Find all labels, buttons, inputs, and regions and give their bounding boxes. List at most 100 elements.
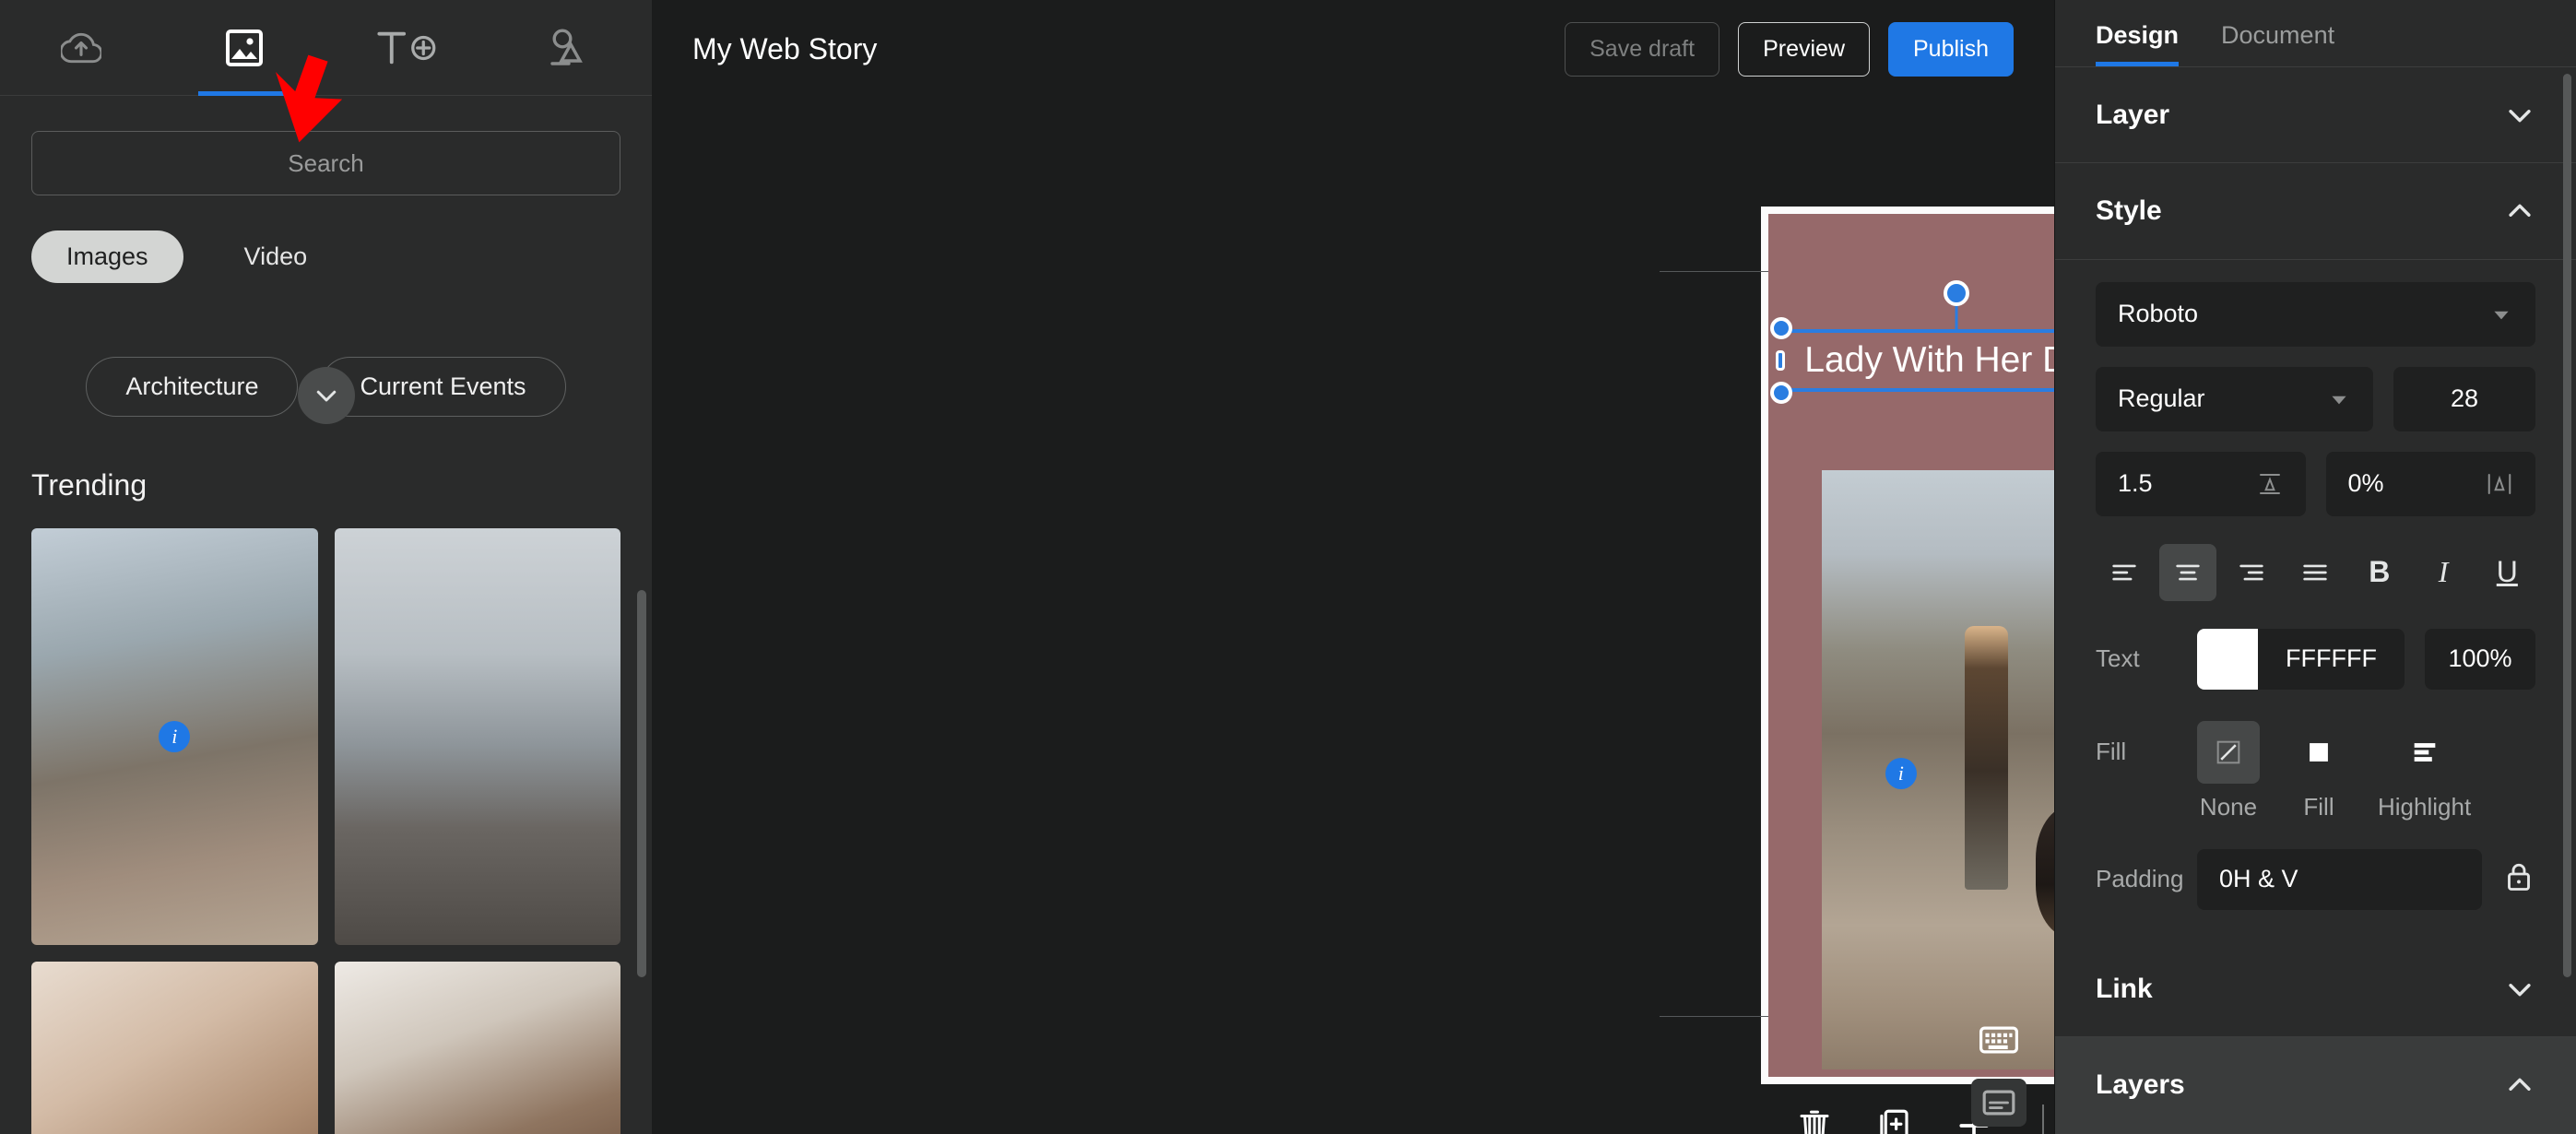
resize-handle-bottom-left[interactable] bbox=[1770, 382, 1792, 404]
fill-option-none[interactable]: None bbox=[2197, 720, 2260, 821]
align-right-button[interactable] bbox=[2224, 544, 2280, 601]
library-tab-text[interactable] bbox=[326, 0, 490, 96]
section-style[interactable]: Style bbox=[2055, 163, 2576, 260]
align-right-icon bbox=[2239, 564, 2263, 581]
chevron-down-icon[interactable] bbox=[2504, 100, 2535, 131]
trash-icon bbox=[1800, 1110, 1829, 1134]
library-tab-upload[interactable] bbox=[0, 0, 163, 96]
text-color-label: Text bbox=[2096, 644, 2140, 673]
rotate-handle[interactable] bbox=[1944, 280, 1969, 306]
fill-highlight-label: Highlight bbox=[2378, 792, 2472, 821]
media-type-images[interactable]: Images bbox=[31, 230, 183, 283]
font-weight-size-row: Regular 28 bbox=[2096, 366, 2535, 431]
fill-row: Fill None Fill Highlight bbox=[2096, 720, 2535, 821]
line-height-input[interactable]: 1.5 bbox=[2096, 451, 2306, 516]
chevron-down-icon[interactable] bbox=[2504, 974, 2535, 1005]
design-panel: Design Document Layer Style Roboto Regul… bbox=[2054, 0, 2576, 1134]
align-left-button[interactable] bbox=[2096, 544, 2152, 601]
section-layer[interactable]: Layer bbox=[2055, 67, 2576, 164]
save-draft-button[interactable]: Save draft bbox=[1565, 21, 1720, 77]
category-chips-area: Architecture Current Events bbox=[0, 320, 652, 424]
text-color-row: Text FFFFFF 100% bbox=[2096, 628, 2535, 690]
media-type-video[interactable]: Video bbox=[209, 230, 343, 283]
chevron-up-icon[interactable] bbox=[2504, 1069, 2535, 1101]
section-style-title: Style bbox=[2096, 195, 2162, 227]
tab-document[interactable]: Document bbox=[2221, 21, 2334, 66]
fill-highlight-icon-box bbox=[2393, 721, 2456, 784]
delete-page-button[interactable] bbox=[1795, 1106, 1834, 1134]
align-center-button[interactable] bbox=[2159, 543, 2216, 601]
highlight-fill-icon bbox=[2414, 743, 2435, 762]
preview-button[interactable]: Preview bbox=[1738, 21, 1870, 77]
cloud-upload-icon bbox=[61, 32, 102, 63]
underline-button[interactable]: U bbox=[2479, 544, 2535, 601]
chevron-down-icon bbox=[2332, 396, 2346, 405]
align-center-icon bbox=[2176, 564, 2200, 581]
fill-label: Fill bbox=[2096, 737, 2127, 765]
italic-button[interactable]: I bbox=[2415, 544, 2471, 601]
text-color-field[interactable]: FFFFFF bbox=[2197, 628, 2405, 690]
attribution-badge[interactable]: i bbox=[159, 721, 191, 752]
resize-handle-top-left[interactable] bbox=[1770, 317, 1792, 339]
font-size-input[interactable]: 28 bbox=[2393, 366, 2535, 431]
toolbar-separator bbox=[2042, 1104, 2044, 1134]
chevron-up-icon[interactable] bbox=[2504, 195, 2535, 227]
bold-button[interactable]: B bbox=[2351, 544, 2407, 601]
keyboard-shortcuts-button[interactable] bbox=[1971, 1016, 2027, 1064]
library-scrollbar[interactable] bbox=[637, 590, 646, 977]
tab-underline bbox=[198, 90, 291, 96]
font-family-select[interactable]: Roboto bbox=[2096, 281, 2535, 347]
duplicate-page-icon bbox=[1880, 1109, 1908, 1134]
media-thumbnail-lady-with-dog[interactable]: i bbox=[31, 528, 318, 945]
publish-button[interactable]: Publish bbox=[1888, 21, 2014, 77]
canvas-area: Lady With Her Dog i bbox=[652, 98, 2371, 1134]
padding-lock-button[interactable] bbox=[2502, 860, 2535, 898]
padding-label: Padding bbox=[2096, 865, 2184, 893]
image-icon bbox=[226, 29, 264, 66]
checklist-icon bbox=[1982, 1090, 2015, 1116]
library-tab-shapes[interactable] bbox=[489, 0, 652, 96]
duplicate-page-button[interactable] bbox=[1874, 1106, 1913, 1134]
fill-options: None Fill Highlight bbox=[2197, 720, 2471, 821]
solid-fill-icon bbox=[2310, 743, 2328, 762]
editor-header: My Web Story Save draft Preview Publish bbox=[652, 0, 2054, 98]
padding-input[interactable]: 0 H & V bbox=[2197, 848, 2482, 910]
fill-option-highlight[interactable]: Highlight bbox=[2378, 721, 2471, 821]
design-panel-scrollbar[interactable] bbox=[2563, 74, 2571, 977]
attribution-badge[interactable]: i bbox=[1885, 758, 1917, 789]
letter-spacing-icon bbox=[2487, 473, 2511, 494]
media-thumbnail-shore-foam[interactable] bbox=[334, 962, 620, 1134]
category-chip-architecture[interactable]: Architecture bbox=[86, 357, 299, 417]
lock-icon bbox=[2508, 864, 2530, 892]
letter-spacing-input[interactable]: 0% bbox=[2325, 451, 2535, 516]
font-family-value: Roboto bbox=[2118, 300, 2199, 328]
padding-row: Padding 0 H & V bbox=[2096, 848, 2535, 910]
text-color-swatch[interactable] bbox=[2197, 628, 2258, 690]
search-input[interactable] bbox=[31, 131, 620, 195]
section-layers[interactable]: Layers bbox=[2055, 1037, 2576, 1134]
library-tab-media[interactable] bbox=[163, 0, 326, 96]
expand-categories-button[interactable] bbox=[297, 367, 355, 424]
section-link[interactable]: Link bbox=[2055, 941, 2576, 1038]
resize-handle-left[interactable] bbox=[1776, 350, 1785, 371]
line-height-value: 1.5 bbox=[2118, 469, 2153, 498]
font-size-value: 28 bbox=[2450, 384, 2479, 413]
category-chip-current-events[interactable]: Current Events bbox=[320, 357, 566, 417]
italic-label: I bbox=[2438, 555, 2449, 589]
media-thumbnail-foggy-mountain[interactable] bbox=[334, 528, 620, 945]
align-justify-button[interactable] bbox=[2287, 544, 2344, 601]
no-fill-icon bbox=[2216, 740, 2240, 764]
design-panel-tabs: Design Document bbox=[2055, 0, 2576, 67]
text-format-toolbar: B I U bbox=[2096, 543, 2535, 601]
font-weight-select[interactable]: Regular bbox=[2096, 366, 2373, 431]
padding-suffix: H & V bbox=[2233, 865, 2298, 893]
media-thumbnail-rock-texture[interactable] bbox=[31, 962, 318, 1134]
padding-value: 0 bbox=[2219, 865, 2234, 893]
story-title[interactable]: My Web Story bbox=[692, 32, 1546, 66]
tab-design[interactable]: Design bbox=[2096, 21, 2180, 66]
workspace-helper-buttons bbox=[1971, 1016, 2027, 1127]
text-opacity-input[interactable]: 100% bbox=[2425, 628, 2535, 690]
fill-option-fill[interactable]: Fill bbox=[2287, 721, 2350, 821]
checklist-button[interactable] bbox=[1971, 1079, 2027, 1127]
workspace: My Web Story Save draft Preview Publish … bbox=[652, 0, 2371, 1134]
